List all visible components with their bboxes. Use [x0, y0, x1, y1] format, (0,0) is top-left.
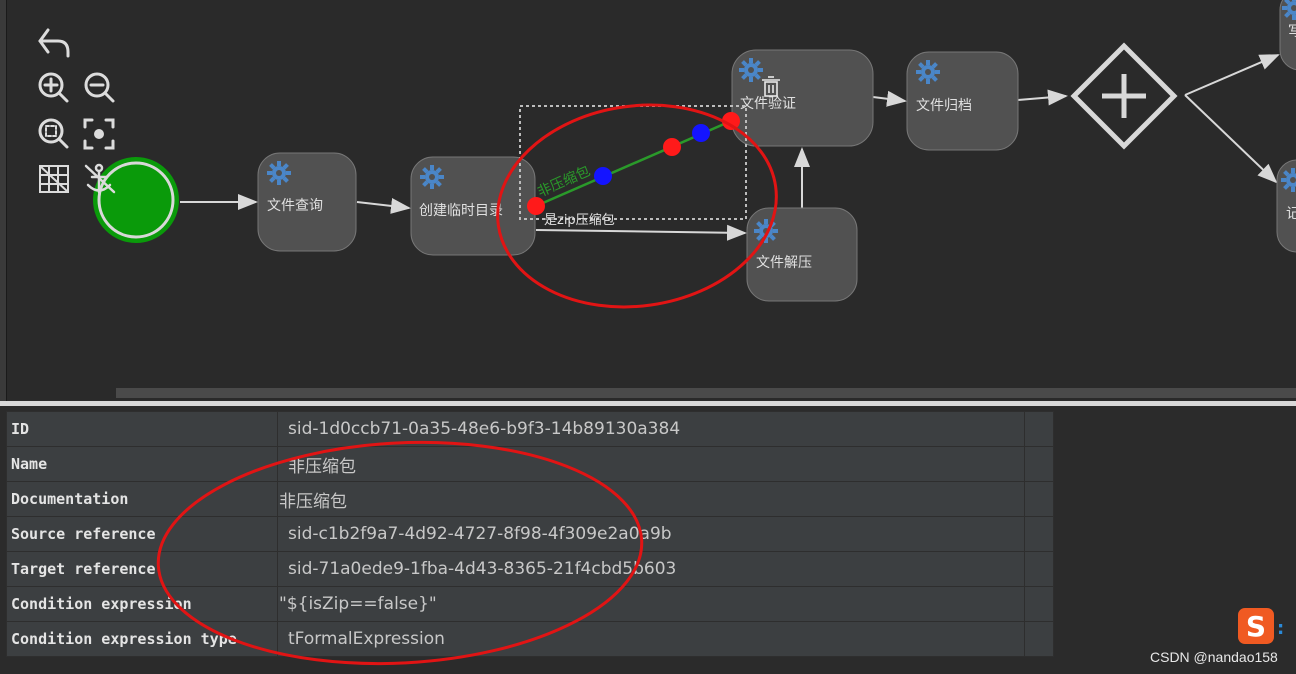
- properties-table: ID sid-1d0ccb71-0a35-48e6-b9f3-14b89130a…: [6, 411, 1054, 657]
- gear-icon: [739, 58, 763, 82]
- property-value[interactable]: 非压缩包: [277, 446, 1025, 482]
- flow-label-is-zip: 是zip压缩包: [544, 212, 615, 228]
- flow-verify-to-archive[interactable]: [872, 90, 907, 107]
- property-value[interactable]: sid-1d0ccb71-0a35-48e6-b9f3-14b89130a384: [277, 411, 1025, 447]
- flow-bend-handle[interactable]: [663, 138, 681, 156]
- zoom-out-icon[interactable]: [84, 72, 115, 103]
- svg-text:S: S: [1246, 610, 1266, 643]
- task-file-unzip[interactable]: 文件解压: [746, 207, 858, 302]
- property-key: Condition expression type: [6, 621, 278, 657]
- zoom-fit-icon[interactable]: [38, 118, 69, 149]
- property-key: Condition expression: [6, 586, 278, 622]
- gear-icon: [754, 219, 778, 243]
- horizontal-scrollbar[interactable]: [116, 388, 1296, 398]
- flow-gateway-to-top[interactable]: [1184, 54, 1280, 96]
- sogou-ime-icon[interactable]: S :: [1236, 606, 1284, 646]
- property-row[interactable]: ID sid-1d0ccb71-0a35-48e6-b9f3-14b89130a…: [6, 411, 1054, 447]
- property-extra: [1024, 551, 1054, 587]
- left-edge: [0, 0, 7, 405]
- property-key: Target reference: [6, 551, 278, 587]
- zoom-actual-icon[interactable]: [83, 118, 115, 150]
- property-row[interactable]: Target reference sid-71a0ede9-1fba-4d43-…: [6, 551, 1054, 587]
- task-label: 文件查询: [267, 198, 323, 214]
- property-value[interactable]: sid-c1b2f9a7-4d92-4727-8f98-4f309e2a0a9b: [277, 516, 1025, 552]
- gear-icon: [267, 161, 291, 185]
- task-right-bottom-partial[interactable]: 记: [1276, 159, 1296, 253]
- selected-flow-non-zip[interactable]: 非压缩包 是zip压缩包: [519, 105, 747, 228]
- property-value[interactable]: "${isZip==false}": [277, 586, 1025, 622]
- property-extra: [1024, 481, 1054, 517]
- task-file-verify[interactable]: 文件验证: [731, 49, 874, 147]
- task-label: 文件解压: [756, 255, 812, 271]
- task-file-query[interactable]: 文件查询: [257, 152, 357, 252]
- property-extra: [1024, 411, 1054, 447]
- property-key: ID: [6, 411, 278, 447]
- property-row[interactable]: Source reference sid-c1b2f9a7-4d92-4727-…: [6, 516, 1054, 552]
- property-value[interactable]: sid-71a0ede9-1fba-4d43-8365-21f4cbd5b603: [277, 551, 1025, 587]
- watermark: CSDN @nandao158: [1150, 649, 1278, 665]
- task-file-archive[interactable]: 文件归档: [906, 51, 1019, 151]
- property-row[interactable]: Condition expression type tFormalExpress…: [6, 621, 1054, 657]
- diagram-toolbar: [38, 28, 116, 194]
- task-right-top-partial[interactable]: 写: [1279, 0, 1296, 71]
- gear-icon: [420, 165, 444, 189]
- property-row[interactable]: Name 非压缩包: [6, 446, 1054, 482]
- flow-query-to-create[interactable]: [356, 197, 411, 214]
- property-key: Source reference: [6, 516, 278, 552]
- task-label: 记: [1286, 206, 1296, 222]
- zoom-in-icon[interactable]: [38, 72, 69, 103]
- parallel-gateway[interactable]: [1070, 42, 1178, 150]
- svg-text::: :: [1277, 618, 1284, 639]
- task-label: 文件归档: [916, 97, 972, 114]
- grid-icon[interactable]: [39, 165, 69, 193]
- task-label: 写: [1288, 24, 1296, 40]
- task-label: 创建临时目录: [419, 203, 503, 219]
- flow-gateway-to-bottom[interactable]: [1184, 94, 1278, 184]
- property-value[interactable]: tFormalExpression: [277, 621, 1025, 657]
- flow-is-zip[interactable]: [535, 224, 747, 241]
- property-extra: [1024, 446, 1054, 482]
- property-extra: [1024, 516, 1054, 552]
- flow-midpoint-handle[interactable]: [594, 167, 612, 185]
- start-event[interactable]: [93, 157, 179, 243]
- property-extra: [1024, 621, 1054, 657]
- flow-archive-to-gateway[interactable]: [1017, 89, 1068, 106]
- property-key: Documentation: [6, 481, 278, 517]
- property-value[interactable]: 非压缩包: [277, 481, 1025, 517]
- gear-icon: [916, 60, 940, 84]
- property-row[interactable]: Documentation 非压缩包: [6, 481, 1054, 517]
- property-row[interactable]: Condition expression "${isZip==false}": [6, 586, 1054, 622]
- task-create-dir[interactable]: 创建临时目录: [410, 156, 536, 256]
- undo-icon[interactable]: [38, 28, 70, 58]
- task-label: 文件验证: [740, 96, 796, 112]
- property-extra: [1024, 586, 1054, 622]
- property-key: Name: [6, 446, 278, 482]
- process-canvas[interactable]: 文件查询 创建临时目录 文件验证 文件归档 文件解压 写 记 非压缩包 是zip…: [0, 0, 1296, 400]
- flow-midpoint-handle[interactable]: [692, 124, 710, 142]
- diagram-svg[interactable]: 文件查询 创建临时目录 文件验证 文件归档 文件解压 写 记 非压缩包 是zip…: [0, 0, 1296, 400]
